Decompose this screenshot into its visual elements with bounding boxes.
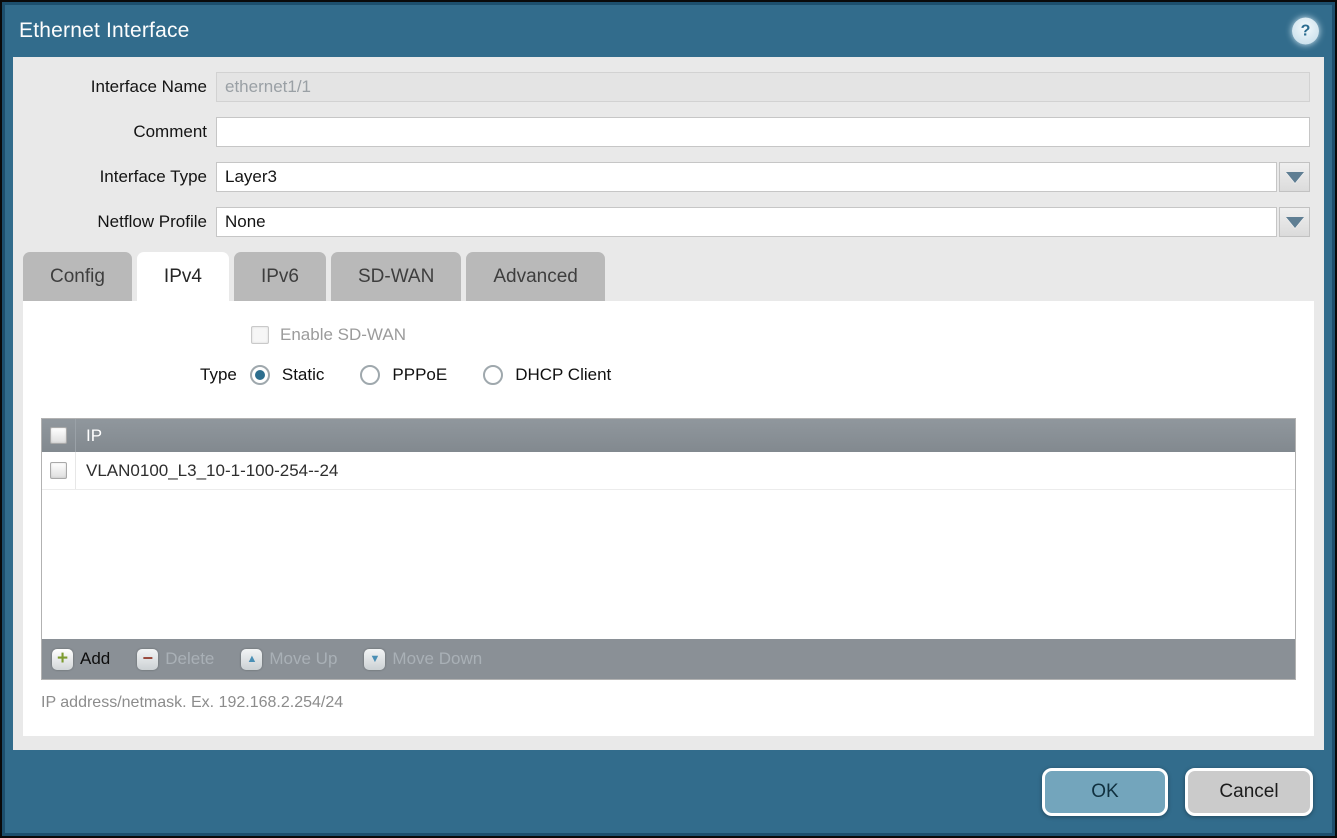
radio-pppoe-label: PPPoE xyxy=(392,365,447,385)
ethernet-interface-dialog: Ethernet Interface ? Interface Name Comm… xyxy=(0,0,1337,838)
ip-cell-value[interactable]: VLAN0100_L3_10-1-100-254--24 xyxy=(76,461,338,481)
enable-sdwan-label: Enable SD-WAN xyxy=(280,325,406,345)
tab-sdwan[interactable]: SD-WAN xyxy=(331,252,461,301)
radio-option-pppoe[interactable]: PPPoE xyxy=(360,365,447,385)
ipv4-tab-panel: Enable SD-WAN Type Static PPPoE DHCP Cli… xyxy=(23,301,1314,736)
row-checkbox-cell xyxy=(42,452,76,489)
select-all-cell xyxy=(42,419,76,452)
radio-dhcp-client[interactable] xyxy=(483,365,503,385)
arrow-up-icon xyxy=(241,649,262,670)
select-all-checkbox[interactable] xyxy=(50,427,67,444)
netflow-profile-row: Netflow Profile None xyxy=(13,207,1324,237)
ip-table-header: IP xyxy=(42,419,1295,452)
delete-button[interactable]: Delete xyxy=(137,649,214,670)
interface-type-dropdown-button[interactable] xyxy=(1279,162,1310,192)
comment-label: Comment xyxy=(13,122,216,142)
ip-column-header: IP xyxy=(76,426,102,446)
radio-option-dhcp-client[interactable]: DHCP Client xyxy=(483,365,611,385)
interface-name-row: Interface Name xyxy=(13,72,1324,102)
move-down-button[interactable]: Move Down xyxy=(364,649,482,670)
dialog-footer: OK Cancel xyxy=(5,750,1332,833)
radio-option-static[interactable]: Static xyxy=(250,365,325,385)
move-up-button[interactable]: Move Up xyxy=(241,649,337,670)
netflow-profile-dropdown-button[interactable] xyxy=(1279,207,1310,237)
interface-name-label: Interface Name xyxy=(13,77,216,97)
type-label: Type xyxy=(200,365,237,385)
title-bar: Ethernet Interface ? xyxy=(5,5,1332,57)
move-up-button-label: Move Up xyxy=(269,649,337,669)
tab-ipv4[interactable]: IPv4 xyxy=(137,252,229,301)
radio-static-label: Static xyxy=(282,365,325,385)
dialog-frame: Ethernet Interface ? Interface Name Comm… xyxy=(2,2,1335,836)
minus-icon xyxy=(137,649,158,670)
enable-sdwan-checkbox xyxy=(251,326,269,344)
interface-name-fieldwrap xyxy=(216,72,1310,102)
netflow-profile-select[interactable]: None xyxy=(216,207,1277,237)
add-button-label: Add xyxy=(80,649,110,669)
row-checkbox[interactable] xyxy=(50,462,67,479)
comment-fieldwrap xyxy=(216,117,1310,147)
interface-type-fieldwrap: Layer3 xyxy=(216,162,1310,192)
delete-button-label: Delete xyxy=(165,649,214,669)
ok-button[interactable]: OK xyxy=(1042,768,1168,816)
tab-advanced[interactable]: Advanced xyxy=(466,252,605,301)
chevron-down-icon xyxy=(1286,172,1304,183)
radio-static[interactable] xyxy=(250,365,270,385)
type-radio-group: Type Static PPPoE DHCP Client xyxy=(200,365,1314,385)
move-down-button-label: Move Down xyxy=(392,649,482,669)
arrow-down-icon xyxy=(364,649,385,670)
ip-address-table: IP VLAN0100_L3_10-1-100-254--24 Add xyxy=(41,418,1296,680)
comment-input[interactable] xyxy=(216,117,1310,147)
comment-row: Comment xyxy=(13,117,1324,147)
help-icon[interactable]: ? xyxy=(1292,18,1319,45)
interface-name-input xyxy=(216,72,1310,102)
netflow-profile-fieldwrap: None xyxy=(216,207,1310,237)
table-toolbar: Add Delete Move Up Move Down xyxy=(42,639,1295,679)
table-row[interactable]: VLAN0100_L3_10-1-100-254--24 xyxy=(42,452,1295,490)
cancel-button[interactable]: Cancel xyxy=(1185,768,1313,816)
tab-ipv6[interactable]: IPv6 xyxy=(234,252,326,301)
dialog-content: Interface Name Comment Interface Type La… xyxy=(13,57,1324,750)
interface-type-row: Interface Type Layer3 xyxy=(13,162,1324,192)
radio-pppoe[interactable] xyxy=(360,365,380,385)
page-title: Ethernet Interface xyxy=(19,19,190,43)
netflow-profile-label: Netflow Profile xyxy=(13,212,216,232)
ip-format-hint: IP address/netmask. Ex. 192.168.2.254/24 xyxy=(41,694,1314,712)
chevron-down-icon xyxy=(1286,217,1304,228)
table-empty-area xyxy=(42,490,1295,639)
enable-sdwan-row: Enable SD-WAN xyxy=(251,301,1314,345)
plus-icon xyxy=(52,649,73,670)
tab-strip: Config IPv4 IPv6 SD-WAN Advanced xyxy=(23,252,1324,301)
radio-dhcp-client-label: DHCP Client xyxy=(515,365,611,385)
interface-type-label: Interface Type xyxy=(13,167,216,187)
tab-config[interactable]: Config xyxy=(23,252,132,301)
interface-type-select[interactable]: Layer3 xyxy=(216,162,1277,192)
add-button[interactable]: Add xyxy=(52,649,110,670)
